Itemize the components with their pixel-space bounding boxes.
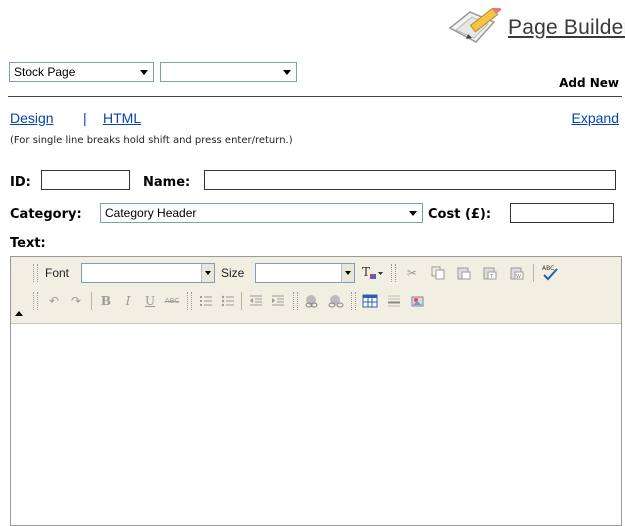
toolbar-row-1: Font Size T ✂ T W ABC — [11, 259, 621, 287]
underline-icon[interactable]: U — [141, 292, 159, 310]
font-label: Font — [45, 266, 70, 280]
cost-label: Cost (£): — [428, 207, 492, 222]
add-new-button[interactable]: Add New — [559, 76, 619, 90]
svg-text:ABC: ABC — [542, 265, 554, 272]
font-select[interactable] — [81, 263, 215, 283]
toolbar-handle[interactable] — [33, 292, 38, 310]
mode-separator: | — [83, 110, 87, 126]
id-input[interactable] — [41, 170, 130, 190]
bold-icon[interactable]: B — [97, 292, 115, 310]
name-input[interactable] — [204, 170, 616, 190]
outdent-icon[interactable] — [247, 292, 265, 310]
paste-word-icon[interactable]: W — [508, 264, 526, 282]
category-label: Category: — [10, 207, 82, 222]
page-builder-logo[interactable]: Page Builder — [444, 8, 625, 46]
category-value: Category Header — [105, 206, 197, 220]
html-tab[interactable]: HTML — [103, 110, 141, 126]
strikethrough-icon[interactable]: ABC — [163, 292, 181, 310]
toolbar-handle[interactable] — [33, 264, 38, 282]
toolbar-separator — [533, 264, 534, 282]
redo-icon[interactable]: ↷ — [67, 292, 85, 310]
svg-text:W: W — [516, 274, 521, 280]
page-type-value: Stock Page — [14, 65, 76, 79]
chevron-down-icon — [283, 70, 291, 75]
size-select[interactable] — [255, 263, 355, 283]
expand-link[interactable]: Expand — [572, 110, 619, 126]
chevron-down-icon — [140, 70, 148, 75]
logo-title: Page Builder — [508, 16, 625, 39]
indent-icon[interactable] — [269, 292, 287, 310]
paste-text-icon[interactable]: T — [481, 264, 499, 282]
toolbar-separator — [241, 292, 242, 310]
pencil-icon — [448, 8, 502, 43]
image-icon[interactable] — [409, 292, 427, 310]
size-label: Size — [221, 266, 245, 280]
spellcheck-icon[interactable]: ABC — [539, 264, 561, 282]
toolbar-handle[interactable] — [187, 292, 192, 310]
link-icon[interactable] — [303, 292, 321, 310]
rich-text-editor[interactable]: Font Size T ✂ T W ABC ↶ ↷ B I U ABC — [10, 256, 622, 526]
toolbar-separator — [91, 292, 92, 310]
unlink-icon[interactable] — [327, 292, 345, 310]
italic-icon[interactable]: I — [119, 292, 137, 310]
collapse-toolbar-icon[interactable] — [15, 311, 23, 316]
copy-icon[interactable] — [429, 264, 447, 282]
cost-input[interactable] — [510, 203, 614, 223]
toolbar-row-2: ↶ ↷ B I U ABC — [11, 287, 621, 315]
cut-icon[interactable]: ✂ — [403, 264, 421, 282]
ordered-list-icon[interactable] — [197, 292, 215, 310]
toolbar-handle[interactable] — [391, 264, 396, 282]
horizontal-rule-icon[interactable] — [385, 292, 403, 310]
chevron-down-icon[interactable] — [341, 264, 354, 282]
page-type-select[interactable]: Stock Page — [9, 62, 154, 82]
editor-toolbar: Font Size T ✂ T W ABC ↶ ↷ B I U ABC — [11, 257, 621, 324]
name-label: Name: — [143, 175, 191, 190]
line-break-hint: (For single line breaks hold shift and p… — [10, 135, 293, 146]
toolbar-handle[interactable] — [351, 292, 356, 310]
text-label: Text: — [10, 236, 46, 251]
chevron-down-icon — [409, 211, 417, 216]
text-color-icon[interactable]: T — [361, 264, 385, 282]
secondary-select[interactable] — [160, 62, 297, 82]
undo-icon[interactable]: ↶ — [45, 292, 63, 310]
unordered-list-icon[interactable] — [219, 292, 237, 310]
design-tab[interactable]: Design — [10, 110, 54, 126]
divider — [8, 96, 622, 97]
paste-icon[interactable] — [455, 264, 473, 282]
chevron-down-icon[interactable] — [201, 264, 214, 282]
toolbar-handle[interactable] — [293, 292, 298, 310]
table-icon[interactable] — [361, 292, 379, 310]
svg-text:T: T — [362, 265, 370, 279]
id-label: ID: — [10, 175, 31, 190]
category-select[interactable]: Category Header — [100, 203, 423, 223]
